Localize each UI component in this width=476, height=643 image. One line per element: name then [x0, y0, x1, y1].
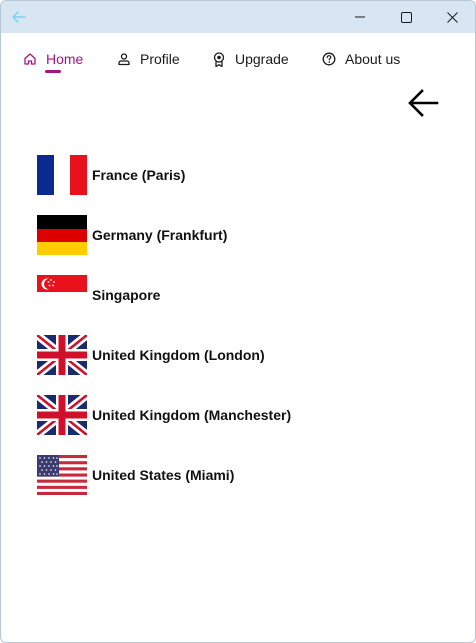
- top-navigation: Home Profile Upgrade About us: [1, 33, 475, 81]
- title-bar: [1, 1, 475, 33]
- location-label: Germany (Frankfurt): [92, 227, 228, 243]
- home-icon: [22, 51, 38, 67]
- nav-item-profile[interactable]: Profile: [116, 47, 180, 71]
- nav-item-upgrade[interactable]: Upgrade: [211, 47, 289, 71]
- close-icon: [446, 11, 458, 23]
- flag-uk-icon: [37, 395, 87, 435]
- arrow-left-icon: [408, 89, 439, 117]
- location-item-france[interactable]: France (Paris): [37, 155, 457, 215]
- location-item-uk-manchester[interactable]: United Kingdom (Manchester): [37, 395, 457, 455]
- location-list: France (Paris) Germany (Frankfurt) Singa…: [37, 155, 457, 515]
- arrow-left-icon: [12, 11, 26, 23]
- location-item-usa-miami[interactable]: United States (Miami): [37, 455, 457, 515]
- minimize-button[interactable]: [337, 1, 383, 33]
- nav-item-label: About us: [345, 51, 401, 67]
- titlebar-back-button[interactable]: [9, 7, 29, 27]
- location-label: United Kingdom (Manchester): [92, 407, 292, 423]
- flag-uk-icon: [37, 335, 87, 375]
- question-icon: [321, 51, 337, 67]
- flag-singapore-icon: [37, 275, 87, 309]
- flag-germany-icon: [37, 215, 87, 255]
- back-button[interactable]: [405, 87, 441, 119]
- app-window: Home Profile Upgrade About us France (Pa…: [0, 0, 476, 643]
- minimize-icon: [355, 16, 365, 18]
- location-label: United Kingdom (London): [92, 347, 265, 363]
- location-item-uk-london[interactable]: United Kingdom (London): [37, 335, 457, 395]
- location-label: Singapore: [92, 287, 161, 303]
- location-item-germany[interactable]: Germany (Frankfurt): [37, 215, 457, 275]
- flag-france-icon: [37, 155, 87, 195]
- location-item-singapore[interactable]: Singapore: [37, 275, 457, 335]
- nav-item-about[interactable]: About us: [321, 47, 400, 71]
- flag-usa-icon: [37, 455, 87, 495]
- location-label: France (Paris): [92, 167, 186, 183]
- maximize-button[interactable]: [383, 1, 429, 33]
- nav-item-label: Profile: [140, 51, 180, 67]
- badge-icon: [211, 51, 227, 67]
- person-icon: [116, 51, 132, 67]
- maximize-icon: [400, 11, 412, 23]
- location-label: United States (Miami): [92, 467, 235, 483]
- nav-item-home[interactable]: Home: [22, 47, 83, 71]
- active-tab-indicator: [45, 70, 61, 73]
- close-button[interactable]: [429, 1, 475, 33]
- nav-item-label: Home: [46, 51, 84, 67]
- nav-item-label: Upgrade: [235, 51, 289, 67]
